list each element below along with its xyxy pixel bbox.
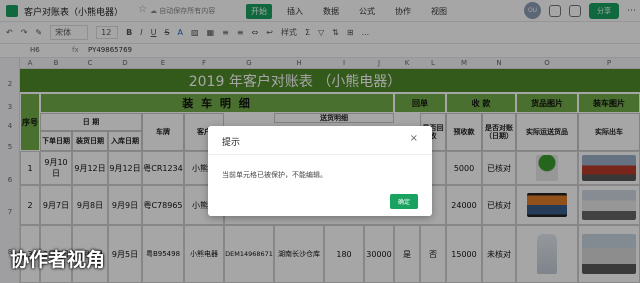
dialog-divider xyxy=(208,154,432,155)
protected-cell-dialog: 提示 × 当前单元格已被保护，不能编辑。 确定 xyxy=(208,126,432,216)
dialog-title: 提示 xyxy=(222,138,241,148)
dialog-message: 当前单元格已被保护，不能编辑。 xyxy=(222,171,327,179)
close-icon[interactable]: × xyxy=(410,133,418,144)
collaborator-view-watermark: 协作者视角 xyxy=(10,249,106,271)
confirm-button[interactable]: 确定 xyxy=(389,194,418,209)
